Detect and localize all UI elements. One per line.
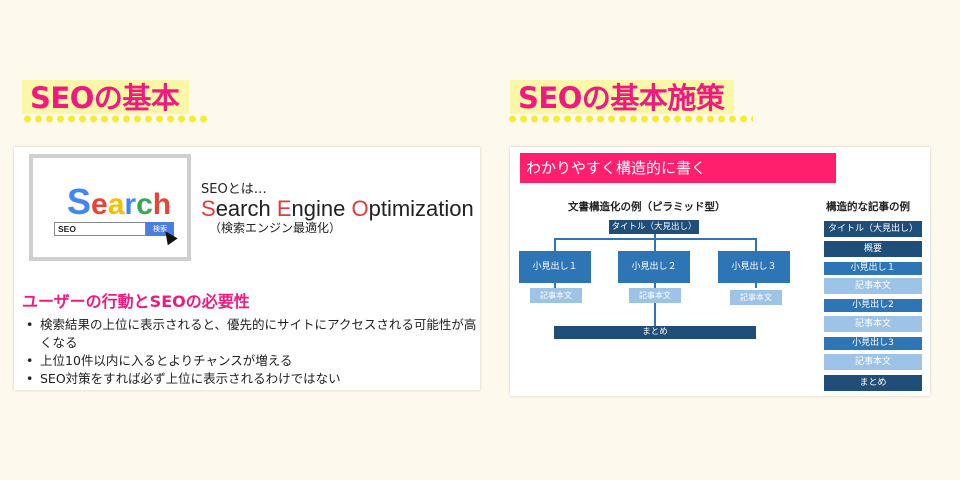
- connector-line: [654, 238, 656, 251]
- seo-japanese-name: （検索エンジン最適化）: [209, 221, 342, 235]
- connector-line: [554, 238, 556, 251]
- connector-line: [755, 283, 757, 288]
- seo-letter-e: E: [276, 196, 292, 221]
- search-illustration: Search SEO 検索: [29, 154, 191, 261]
- search-input: SEO: [54, 222, 146, 236]
- list-item: SEO対策をすれば必ず上位に表示されるわけではない: [22, 370, 477, 388]
- article-item: 概要: [824, 241, 922, 257]
- seo-letter-s: S: [201, 196, 216, 221]
- connector-line: [755, 238, 757, 251]
- logo-letter: S: [67, 181, 92, 222]
- seo-letter-o: O: [351, 196, 369, 221]
- logo-letter: e: [91, 188, 108, 221]
- article-item: 記事本文: [824, 278, 922, 294]
- seo-word-part: earch: [215, 196, 277, 221]
- seo-word-part: ngine: [291, 196, 352, 221]
- pyramid-summary-box: まとめ: [554, 326, 756, 339]
- seo-basics-card: Search SEO 検索 SEOとは… Search Engine Optim…: [14, 147, 480, 390]
- pyramid-body-1: 記事本文: [530, 288, 582, 303]
- article-item: 記事本文: [824, 316, 922, 332]
- article-item: タイトル（大見出し）: [824, 221, 922, 237]
- search-logo: Search: [67, 184, 172, 221]
- right-heading-block: SEOの基本施策: [510, 80, 735, 116]
- logo-letter: c: [136, 188, 153, 221]
- pyramid-body-2: 記事本文: [629, 288, 681, 303]
- pyramid-subheading-2: 小見出し２: [618, 251, 690, 283]
- article-item: 小見出し2: [824, 299, 922, 312]
- logo-letter: r: [124, 188, 137, 221]
- user-behavior-heading: ユーザーの行動とSEOの必要性: [22, 292, 250, 311]
- article-item: まとめ: [824, 375, 922, 391]
- connector-line: [654, 303, 656, 326]
- article-item: 小見出し3: [824, 337, 922, 350]
- pyramid-title: 文書構造化の例（ピラミッド型）: [568, 201, 726, 213]
- seo-measures-card: わかりやすく構造的に書く 文書構造化の例（ピラミッド型） タイトル（大見出し） …: [510, 147, 930, 396]
- seo-definition-label: SEOとは…: [201, 182, 267, 197]
- bullet-list: 検索結果の上位に表示されると、優先的にサイトにアクセスされる可能性が高くなる 上…: [22, 316, 477, 388]
- pyramid-top-box: タイトル（大見出し）: [609, 220, 699, 234]
- logo-letter: h: [152, 188, 172, 221]
- list-item: 上位10件以内に入るとよりチャンスが増える: [22, 352, 477, 370]
- seo-word-part: ptimization: [368, 196, 474, 221]
- pyramid-subheading-1: 小見出し１: [519, 251, 591, 283]
- list-item: 検索結果の上位に表示されると、優先的にサイトにアクセスされる可能性が高くなる: [22, 316, 477, 352]
- article-title: 構造的な記事の例: [826, 201, 910, 213]
- article-item: 記事本文: [824, 354, 922, 370]
- banner: わかりやすく構造的に書く: [520, 153, 836, 183]
- pyramid-subheading-3: 小見出し３: [718, 251, 790, 283]
- right-heading: SEOの基本施策: [510, 80, 735, 116]
- left-heading: SEOの基本: [22, 80, 190, 116]
- left-heading-block: SEOの基本: [22, 80, 190, 116]
- pyramid-body-3: 記事本文: [730, 290, 782, 305]
- article-item: 小見出し１: [824, 262, 922, 275]
- logo-letter: a: [107, 188, 125, 221]
